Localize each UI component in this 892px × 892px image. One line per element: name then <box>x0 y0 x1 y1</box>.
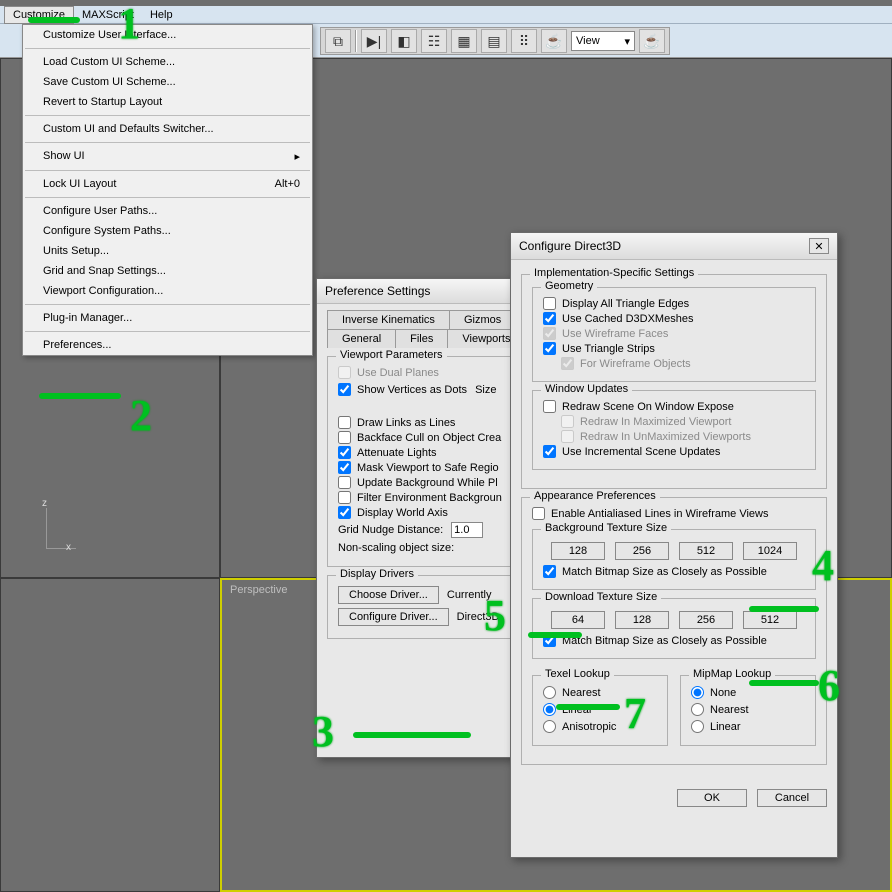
view-dropdown[interactable]: View ▾ <box>571 31 635 51</box>
menu-load-scheme[interactable]: Load Custom UI Scheme... <box>23 52 312 72</box>
tool-layers-icon[interactable]: ☷ <box>421 29 447 53</box>
radio-texel-linear[interactable]: Linear <box>543 701 657 718</box>
customize-dropdown: Customize User Interface... Load Custom … <box>22 24 313 356</box>
axis-gizmo: z x <box>36 498 96 558</box>
dl-size-64[interactable]: 64 <box>551 611 605 629</box>
dialog-title: Configure Direct3D <box>519 239 621 253</box>
group-display-drivers: Display Drivers <box>336 568 418 580</box>
group-impl-settings: Implementation-Specific Settings <box>530 267 698 279</box>
choose-driver-button[interactable]: Choose Driver... <box>338 586 439 604</box>
group-bg-tex-size: Background Texture Size <box>541 522 671 534</box>
menu-lock-ui[interactable]: Lock UI LayoutAlt+0 <box>23 174 312 194</box>
chk-for-wireframe-obj: For Wireframe Objects <box>543 356 805 371</box>
radio-mip-none[interactable]: None <box>691 684 805 701</box>
dialog-titlebar[interactable]: Configure Direct3D ✕ <box>511 233 837 260</box>
menu-config-user-paths[interactable]: Configure User Paths... <box>23 201 312 221</box>
menu-grid-snap[interactable]: Grid and Snap Settings... <box>23 261 312 281</box>
group-mipmap: MipMap Lookup <box>689 668 775 680</box>
tool-play-end-icon[interactable]: ▶| <box>361 29 387 53</box>
label-driver-name: Direct3D <box>457 611 500 623</box>
chk-match-dl[interactable]: Match Bitmap Size as Closely as Possible <box>543 633 805 648</box>
label-non-scale: Non-scaling object size: <box>338 542 454 554</box>
tool-teapot-icon[interactable]: ☕ <box>541 29 567 53</box>
label-grid-nudge: Grid Nudge Distance: <box>338 524 443 536</box>
tab-general[interactable]: General <box>327 329 396 348</box>
bg-size-128[interactable]: 128 <box>551 542 605 560</box>
configure-driver-button[interactable]: Configure Driver... <box>338 608 449 626</box>
chevron-down-icon: ▾ <box>624 35 630 48</box>
view-dropdown-label: View <box>576 35 600 47</box>
submenu-arrow-icon: ▸ <box>294 150 300 163</box>
chk-antialias[interactable]: Enable Antialiased Lines in Wireframe Vi… <box>532 506 816 521</box>
tool-schematic-icon[interactable]: ⧉ <box>325 29 351 53</box>
input-grid-nudge[interactable] <box>451 522 483 538</box>
viewport-label: Perspective <box>230 584 287 596</box>
radio-texel-aniso[interactable]: Anisotropic <box>543 718 657 735</box>
tool-grid-icon[interactable]: ▦ <box>451 29 477 53</box>
menu-help[interactable]: Help <box>142 7 181 23</box>
chk-incremental[interactable]: Use Incremental Scene Updates <box>543 444 805 459</box>
menu-show-ui[interactable]: Show UI▸ <box>23 146 312 167</box>
chk-redraw-expose[interactable]: Redraw Scene On Window Expose <box>543 399 805 414</box>
bg-size-256[interactable]: 256 <box>615 542 669 560</box>
chk-redraw-max: Redraw In Maximized Viewport <box>543 414 805 429</box>
group-window-updates: Window Updates <box>541 383 632 395</box>
label-currently: Currently <box>447 589 492 601</box>
dl-size-512[interactable]: 512 <box>743 611 797 629</box>
radio-mip-linear[interactable]: Linear <box>691 718 805 735</box>
group-dl-tex-size: Download Texture Size <box>541 591 661 603</box>
menu-revert-layout[interactable]: Revert to Startup Layout <box>23 92 312 112</box>
configure-direct3d-dialog: Configure Direct3D ✕ Implementation-Spec… <box>510 232 838 858</box>
viewport-bottom-left[interactable] <box>0 578 220 892</box>
group-appearance: Appearance Preferences <box>530 490 660 502</box>
tab-gizmos[interactable]: Gizmos <box>449 310 516 329</box>
ok-button[interactable]: OK <box>677 789 747 807</box>
menu-viewport-config[interactable]: Viewport Configuration... <box>23 281 312 301</box>
bg-size-512[interactable]: 512 <box>679 542 733 560</box>
menu-config-sys-paths[interactable]: Configure System Paths... <box>23 221 312 241</box>
tool-teapot2-icon[interactable]: ☕ <box>639 29 665 53</box>
menu-maxscript[interactable]: MAXScript <box>74 7 142 23</box>
tab-files[interactable]: Files <box>395 329 448 348</box>
chk-wireframe-faces: Use Wireframe Faces <box>543 326 805 341</box>
tool-dots-icon[interactable]: ⠿ <box>511 29 537 53</box>
menu-save-scheme[interactable]: Save Custom UI Scheme... <box>23 72 312 92</box>
chk-redraw-unmax: Redraw In UnMaximized Viewports <box>543 429 805 444</box>
menu-customize-ui[interactable]: Customize User Interface... <box>23 25 312 45</box>
chk-show-vertices[interactable]: Show Vertices as Dots <box>338 382 467 397</box>
group-texel: Texel Lookup <box>541 668 614 680</box>
close-button[interactable]: ✕ <box>809 238 829 254</box>
menu-units-setup[interactable]: Units Setup... <box>23 241 312 261</box>
cancel-button[interactable]: Cancel <box>757 789 827 807</box>
dl-size-256[interactable]: 256 <box>679 611 733 629</box>
menu-customize[interactable]: Customize <box>4 6 74 24</box>
tool-eraser-icon[interactable]: ◧ <box>391 29 417 53</box>
chk-cached-meshes[interactable]: Use Cached D3DXMeshes <box>543 311 805 326</box>
dl-size-128[interactable]: 128 <box>615 611 669 629</box>
group-geometry: Geometry <box>541 280 597 292</box>
dialog-title: Preference Settings <box>325 284 430 298</box>
chk-display-tri-edges[interactable]: Display All Triangle Edges <box>543 296 805 311</box>
radio-mip-nearest[interactable]: Nearest <box>691 701 805 718</box>
menu-preferences[interactable]: Preferences... <box>23 335 312 355</box>
tool-table-icon[interactable]: ▤ <box>481 29 507 53</box>
label-size: Size <box>475 384 496 396</box>
group-viewport-params: Viewport Parameters <box>336 349 447 361</box>
radio-texel-nearest[interactable]: Nearest <box>543 684 657 701</box>
chk-triangle-strips[interactable]: Use Triangle Strips <box>543 341 805 356</box>
menubar: Customize MAXScript Help <box>0 6 892 24</box>
bg-size-1024[interactable]: 1024 <box>743 542 797 560</box>
menu-plugin-mgr[interactable]: Plug-in Manager... <box>23 308 312 328</box>
tab-ik[interactable]: Inverse Kinematics <box>327 310 450 329</box>
menu-defaults-switcher[interactable]: Custom UI and Defaults Switcher... <box>23 119 312 139</box>
chk-match-bg[interactable]: Match Bitmap Size as Closely as Possible <box>543 564 805 579</box>
